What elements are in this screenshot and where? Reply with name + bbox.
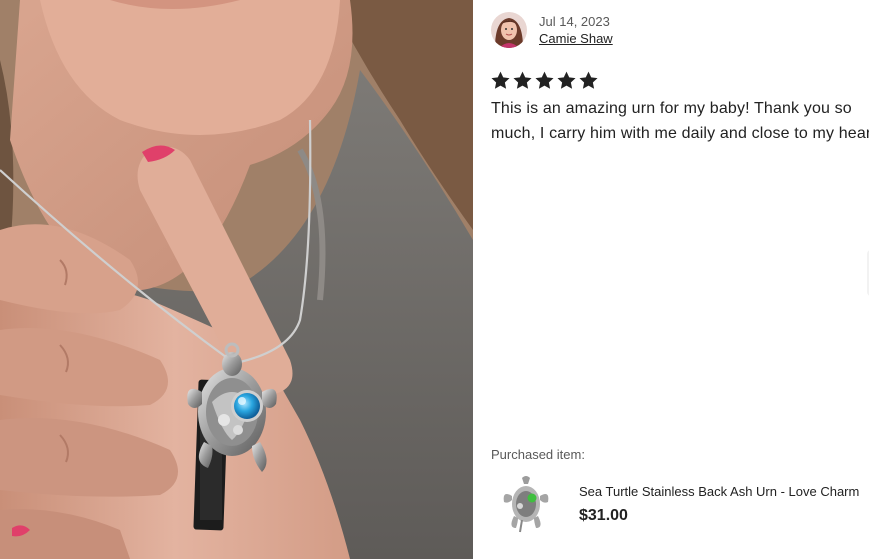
review-date: Jul 14, 2023 xyxy=(539,14,610,29)
purchased-item-link[interactable]: Sea Turtle Stainless Back Ash Urn - Love… xyxy=(498,474,859,534)
review-panel: Jul 14, 2023 Camie Shaw This is an amazi… xyxy=(473,0,869,559)
reviewer-meta: Jul 14, 2023 Camie Shaw xyxy=(539,13,613,47)
star-icon xyxy=(535,71,554,89)
reviewer-name-link[interactable]: Camie Shaw xyxy=(539,30,613,47)
reviewer-header: Jul 14, 2023 Camie Shaw xyxy=(491,12,613,48)
star-icon xyxy=(557,71,576,89)
avatar[interactable] xyxy=(491,12,527,48)
product-thumbnail[interactable] xyxy=(498,474,554,534)
star-rating xyxy=(490,70,599,91)
product-price: $31.00 xyxy=(579,506,628,524)
star-icon xyxy=(513,71,532,89)
avatar-image xyxy=(491,12,527,48)
star-icon xyxy=(491,71,510,89)
product-thumbnail-image xyxy=(498,474,554,534)
review-card: Jul 14, 2023 Camie Shaw This is an amazi… xyxy=(0,0,869,559)
review-text: This is an amazing urn for my baby! Than… xyxy=(491,100,869,142)
review-photo-image xyxy=(0,0,473,559)
product-title[interactable]: Sea Turtle Stainless Back Ash Urn - Love… xyxy=(579,484,859,500)
star-icon xyxy=(579,71,598,89)
product-info: Sea Turtle Stainless Back Ash Urn - Love… xyxy=(579,484,859,525)
review-photo[interactable] xyxy=(0,0,473,559)
purchased-item-label: Purchased item: xyxy=(491,447,585,462)
